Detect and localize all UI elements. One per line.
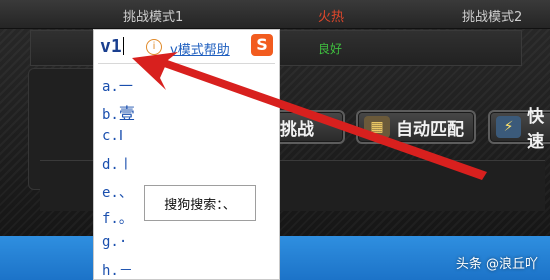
auto-match-button[interactable]: ▦ 自动匹配 bbox=[356, 110, 476, 144]
candidate-item[interactable]: d.〡 bbox=[102, 154, 133, 174]
candidate-key: h. bbox=[102, 263, 119, 279]
text-caret bbox=[122, 37, 124, 55]
candidate-char: 〡 bbox=[118, 157, 133, 173]
ime-composition-text: v1 bbox=[100, 36, 122, 57]
candidate-char: 一 bbox=[118, 79, 133, 95]
ime-divider bbox=[98, 63, 275, 64]
candidate-char: 。 bbox=[118, 211, 133, 227]
quick-button-label: 快速 bbox=[527, 107, 545, 152]
ime-candidate-window[interactable]: v1 i v模式帮助 S a.一 b.壹 c.Ⅰ d.〡 e.、 f.。 g.·… bbox=[93, 29, 280, 280]
candidate-item[interactable]: b.壹 bbox=[102, 100, 135, 124]
candidate-key: b. bbox=[102, 107, 119, 123]
candidate-key: d. bbox=[102, 157, 119, 173]
candidate-key: a. bbox=[102, 79, 119, 95]
challenge-mode-1-header: 挑战模式1 bbox=[123, 10, 184, 25]
ime-composition: v1 bbox=[100, 36, 124, 57]
candidate-char: 壹 bbox=[118, 104, 135, 123]
candidate-key: c. bbox=[102, 128, 119, 144]
watermark: 头条 @浪丘吖 bbox=[455, 257, 538, 272]
candidate-item[interactable]: c.Ⅰ bbox=[102, 128, 123, 144]
match-icon: ▦ bbox=[364, 116, 390, 138]
info-icon[interactable]: i bbox=[146, 39, 162, 55]
v-mode-help-link[interactable]: v模式帮助 bbox=[170, 39, 230, 58]
candidate-item[interactable]: a.一 bbox=[102, 76, 133, 96]
status-good: 良好 bbox=[318, 42, 343, 56]
status-hot: 火热 bbox=[318, 10, 345, 25]
sogou-search-suggestion[interactable]: 搜狗搜索：、 bbox=[144, 185, 256, 221]
candidate-char: － bbox=[118, 263, 133, 279]
lightning-icon: ⚡ bbox=[496, 116, 522, 138]
quick-button[interactable]: ⚡ 快速 bbox=[488, 107, 550, 152]
mode-header-row: 挑战模式1 火热 挑战模式2 bbox=[0, 0, 550, 29]
candidate-char: · bbox=[118, 234, 128, 250]
sogou-logo-icon: S bbox=[251, 34, 273, 56]
candidate-key: f. bbox=[102, 211, 119, 227]
candidate-item[interactable]: h.－ bbox=[102, 260, 133, 280]
challenge-mode-2-header: 挑战模式2 bbox=[462, 10, 523, 25]
candidate-item[interactable]: f.。 bbox=[102, 208, 133, 228]
candidate-char: 、 bbox=[118, 185, 133, 201]
candidate-key: e. bbox=[102, 185, 119, 201]
candidate-item[interactable]: e.、 bbox=[102, 182, 133, 202]
auto-match-label: 自动匹配 bbox=[396, 119, 464, 140]
candidate-key: g. bbox=[102, 234, 119, 250]
candidate-item[interactable]: g.· bbox=[102, 234, 127, 250]
candidate-char: Ⅰ bbox=[118, 128, 123, 144]
